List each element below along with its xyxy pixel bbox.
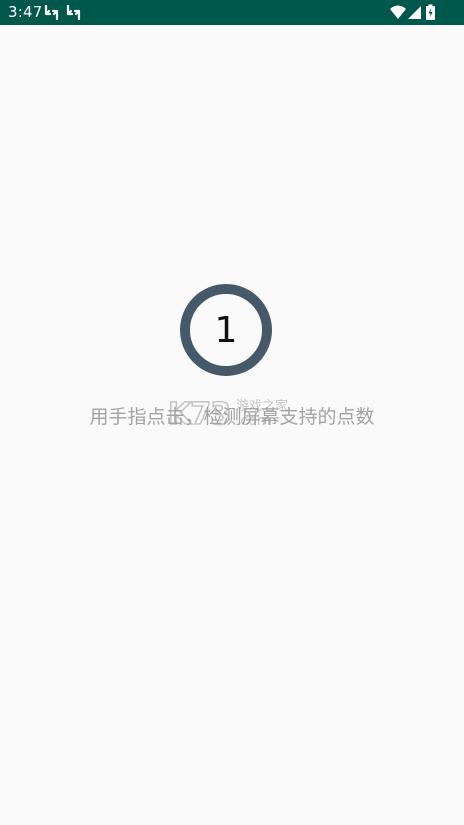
battery-charging-icon xyxy=(425,4,436,21)
wifi-icon xyxy=(389,4,407,21)
sync-icon xyxy=(43,4,60,21)
status-time: 3:47 xyxy=(8,3,43,21)
sync-icon xyxy=(65,4,82,21)
status-bar: 3:47 xyxy=(0,0,464,25)
touch-count-indicator: 1 xyxy=(180,284,272,376)
instruction-text: 用手指点击，检测屏幕支持的点数 xyxy=(89,406,375,428)
touch-count-value: 1 xyxy=(214,309,238,351)
cellular-signal-icon xyxy=(407,4,422,21)
